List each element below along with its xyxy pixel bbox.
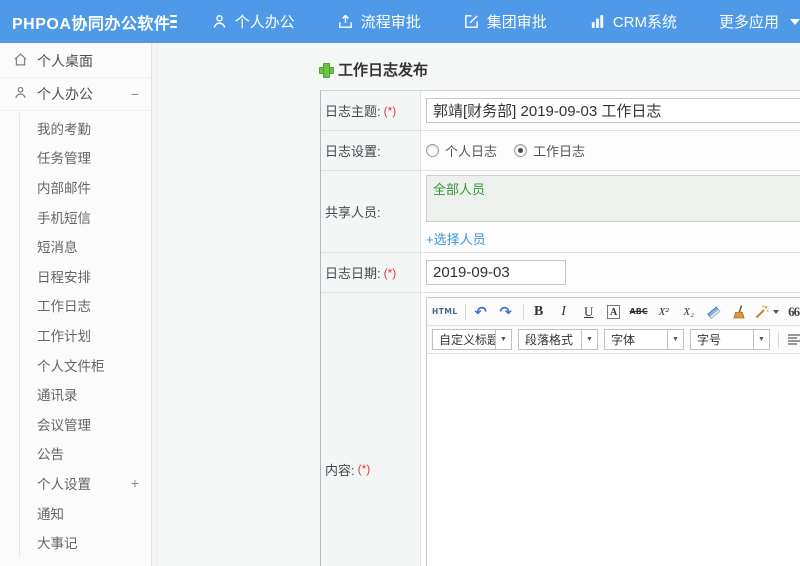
sidebar-item-meetings[interactable]: 会议管理: [20, 409, 151, 439]
user-icon: [211, 13, 228, 30]
sidebar-submenu: 我的考勤 任务管理 内部邮件 手机短信 短消息 日程安排 工作日志 工作计划 个…: [19, 113, 151, 557]
sidebar: 个人桌面 个人办公 − 我的考勤 任务管理 内部邮件 手机短信 短消息 日程安排…: [0, 43, 152, 566]
sidebar-item-messages[interactable]: 短消息: [20, 231, 151, 261]
main-content: 工作日志发布 日志主题: (*) 日志设置:: [158, 43, 800, 566]
editor-content-area[interactable]: [427, 354, 800, 566]
form-row-settings: 日志设置: 个人日志 工作日志: [321, 131, 800, 171]
toolbar-separator: [522, 303, 524, 320]
caret-down-icon: ▼: [495, 330, 511, 349]
subject-input[interactable]: [426, 98, 800, 123]
worklog-form: 日志主题: (*) 日志设置: 个人日志: [320, 90, 800, 566]
font-size-select[interactable]: 字号 ▼: [690, 329, 770, 350]
italic-button[interactable]: I: [554, 302, 574, 322]
form-row-share: 共享人员: 全部人员 +选择人员: [321, 171, 800, 253]
form-row-content: 内容: (*) HTML ↶ ↷ B I U A ABC X² X₂ 66 自定…: [321, 293, 800, 566]
paragraph-format-select[interactable]: 段落格式 ▼: [518, 329, 598, 350]
sidebar-item-announcements[interactable]: 公告: [20, 439, 151, 469]
menu-toggle-icon[interactable]: [170, 14, 177, 29]
nav-personal-office[interactable]: 个人办公: [211, 11, 295, 32]
undo-button[interactable]: ↶: [471, 302, 491, 322]
expand-icon[interactable]: +: [131, 476, 139, 490]
sidebar-item-sms[interactable]: 手机短信: [20, 202, 151, 232]
redo-button[interactable]: ↷: [496, 302, 516, 322]
eraser-button[interactable]: [704, 302, 724, 322]
sidebar-item-tasks[interactable]: 任务管理: [20, 143, 151, 173]
add-icon: [318, 62, 334, 78]
sidebar-item-worklog[interactable]: 工作日志: [20, 291, 151, 321]
subscript-button[interactable]: X₂: [679, 302, 699, 322]
home-icon: [13, 52, 28, 70]
broom-icon: [733, 304, 745, 318]
share-people-box[interactable]: 全部人员: [426, 175, 800, 222]
custom-title-select[interactable]: 自定义标题 ▼: [432, 329, 512, 350]
sidebar-item-file-cabinet[interactable]: 个人文件柜: [20, 350, 151, 380]
sidebar-item-notices[interactable]: 通知: [20, 498, 151, 528]
user-icon: [13, 85, 28, 103]
sidebar-item-personal-settings[interactable]: 个人设置 +: [20, 468, 151, 498]
caret-down-icon: [790, 18, 800, 25]
caret-down-icon: [772, 309, 779, 314]
toolbar-separator: [778, 331, 779, 348]
align-left-button[interactable]: [784, 330, 800, 350]
radio-work-log[interactable]: 工作日志: [514, 141, 585, 160]
sidebar-item-contacts[interactable]: 通讯录: [20, 379, 151, 409]
content-label: 内容: (*): [321, 293, 421, 566]
edit-approval-icon: [463, 13, 480, 30]
format-brush-button[interactable]: [729, 302, 749, 322]
editor-toolbar-bottom: 自定义标题 ▼ 段落格式 ▼ 字体 ▼ 字号 ▼: [427, 326, 800, 354]
toolbar-separator: [464, 303, 466, 320]
sidebar-item-desktop[interactable]: 个人桌面: [0, 45, 151, 78]
sidebar-item-internal-mail[interactable]: 内部邮件: [20, 172, 151, 202]
caret-down-icon: ▼: [753, 330, 769, 349]
nav-crm[interactable]: CRM系统: [589, 11, 677, 32]
sidebar-item-office[interactable]: 个人办公 −: [0, 78, 151, 111]
radio-unchecked-icon[interactable]: [426, 144, 439, 157]
form-row-date: 日志日期: (*): [321, 253, 800, 293]
underline-button[interactable]: U: [579, 302, 599, 322]
required-mark: (*): [357, 462, 371, 476]
sidebar-item-schedule[interactable]: 日程安排: [20, 261, 151, 291]
bold-button[interactable]: B: [529, 302, 549, 322]
auto-typeset-button[interactable]: [754, 302, 779, 322]
subject-label: 日志主题: (*): [321, 91, 421, 130]
bar-chart-icon: [589, 13, 606, 30]
page-title: 工作日志发布: [338, 61, 429, 79]
html-source-button[interactable]: HTML: [432, 302, 458, 322]
collapse-icon[interactable]: −: [131, 87, 139, 101]
required-mark: (*): [383, 103, 397, 118]
rich-text-editor: HTML ↶ ↷ B I U A ABC X² X₂ 66 自定义标题 ▼ 段落…: [426, 297, 800, 566]
strikethrough-button[interactable]: ABC: [629, 302, 649, 322]
top-header: PHPOA协同办公软件 个人办公 流程审批 集团审批 CRM系统 更多应用: [0, 0, 800, 43]
settings-label: 日志设置:: [321, 131, 421, 170]
radio-checked-icon[interactable]: [514, 144, 528, 157]
form-row-subject: 日志主题: (*): [321, 91, 800, 131]
process-approval-icon: [337, 13, 354, 30]
top-nav: 个人办公 流程审批 集团审批 CRM系统 更多应用: [211, 11, 800, 32]
sidebar-item-attendance[interactable]: 我的考勤: [20, 113, 151, 143]
app-title: PHPOA协同办公软件: [12, 15, 171, 33]
nav-process-approval[interactable]: 流程审批: [337, 11, 421, 32]
required-mark: (*): [383, 265, 397, 280]
page-title-row: 工作日志发布: [158, 43, 800, 82]
share-label: 共享人员:: [321, 171, 421, 252]
date-label: 日志日期: (*): [321, 253, 421, 292]
nav-more-apps[interactable]: 更多应用: [719, 11, 800, 32]
date-input[interactable]: [426, 260, 566, 285]
magic-wand-icon: [755, 304, 769, 318]
align-left-icon: [787, 334, 800, 345]
blockquote-button[interactable]: 66: [784, 302, 800, 322]
sidebar-item-major-events[interactable]: 大事记: [20, 527, 151, 557]
eraser-icon: [706, 305, 721, 319]
sidebar-item-workplan[interactable]: 工作计划: [20, 320, 151, 350]
superscript-button[interactable]: X²: [654, 302, 674, 322]
font-family-select[interactable]: 字体 ▼: [604, 329, 684, 350]
text-style-button[interactable]: A: [604, 302, 624, 322]
editor-toolbar-top: HTML ↶ ↷ B I U A ABC X² X₂ 66: [427, 298, 800, 326]
nav-group-approval[interactable]: 集团审批: [463, 11, 547, 32]
select-people-link[interactable]: +选择人员: [426, 229, 486, 248]
app-window: PHPOA协同办公软件 个人办公 流程审批 集团审批 CRM系统 更多应用 个人…: [0, 0, 800, 566]
caret-down-icon: ▼: [581, 330, 597, 349]
caret-down-icon: ▼: [667, 330, 683, 349]
radio-personal-log[interactable]: 个人日志: [426, 141, 497, 160]
